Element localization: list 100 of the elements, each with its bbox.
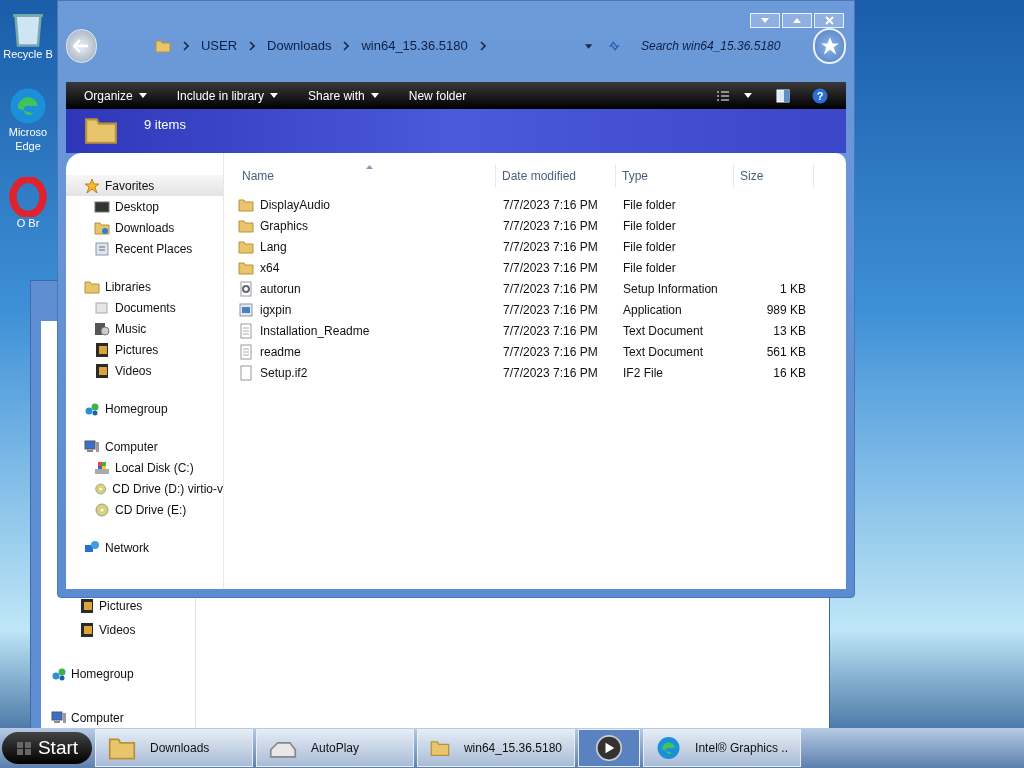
preview-pane-icon[interactable] [776,88,790,103]
cd-drive-icon [94,480,108,497]
file-row[interactable]: readme 7/7/2023 7:16 PM Text Document 561 KB [236,341,846,362]
application-icon [238,301,254,318]
sidebar-item[interactable]: Homegroup [71,665,134,683]
minimize-button[interactable] [750,13,780,28]
date-cell-text: 7/7/2023 7:16 PM [502,217,599,235]
film-icon [79,598,95,614]
close-button[interactable] [814,13,844,28]
back-button[interactable] [66,29,97,63]
taskbar-button[interactable]: win64_15.36.5180 [417,729,575,767]
column-header[interactable]: Date modified [496,165,616,187]
folder-icon [94,219,110,236]
taskbar-label: AutoPlay [311,740,360,757]
file-name: Lang [260,238,287,256]
file-row[interactable]: autorun 7/7/2023 7:16 PM Setup Information 1 KB [236,278,846,299]
sidebar-item[interactable]: Pictures [99,597,143,615]
caret-icon [270,93,279,98]
favorites-button[interactable] [813,28,846,64]
sidebar-item[interactable]: Local Disk (C:) [66,457,223,478]
sidebar-item[interactable]: Pictures [66,339,223,360]
dropdown-caret-icon [585,43,593,49]
desktop-icon-label[interactable]: Recycle B [2,48,54,62]
file-row[interactable]: Graphics 7/7/2023 7:16 PM File folder [236,215,846,236]
taskbar-button[interactable]: Downloads [95,729,253,767]
computer-icon [51,710,67,726]
sidebar-group[interactable]: Network [66,537,223,558]
toolbar-button[interactable]: Share with [308,86,379,105]
toolbar-button[interactable]: Include in library [176,86,279,105]
size-cell-text: 1 KB [779,280,807,298]
file-row[interactable]: igxpin 7/7/2023 7:16 PM Application 989 KB [236,299,846,320]
sort-arrow-icon [365,165,373,169]
type-cell-text: Text Document [622,343,705,361]
sidebar-item[interactable]: Videos [99,621,136,639]
file-row[interactable]: x64 7/7/2023 7:16 PM File folder [236,257,846,278]
folder-icon [238,259,254,276]
file-row[interactable]: Installation_Readme 7/7/2023 7:16 PM Text Document 13 KB [236,320,846,341]
sidebar-item[interactable]: Computer [71,709,124,727]
sidebar-item[interactable]: CD Drive (E:) [66,499,223,520]
type-cell-text: IF2 File [622,364,664,382]
breadcrumb-link[interactable]: Downloads [267,36,332,56]
type-cell-text: Text Document [622,322,705,340]
breadcrumb-link[interactable]: win64_15.36.5180 [361,36,468,56]
cd-drive-icon [94,501,110,518]
chevron-icon [343,41,350,51]
sidebar-item[interactable]: Downloads [66,217,223,238]
sidebar-item[interactable]: Documents [66,297,223,318]
sidebar-group[interactable]: Homegroup [66,398,223,419]
breadcrumb-link[interactable]: USER [200,36,238,56]
column-header[interactable]: Type [616,165,734,187]
monitor-icon [94,198,110,215]
size-cell-text: 16 KB [772,364,807,382]
taskbar-button[interactable]: Intel® Graphics .. [643,729,801,767]
size-cell-text: 13 KB [772,322,807,340]
refresh-icon[interactable] [606,39,621,53]
folder-icon [238,217,254,234]
sidebar-group[interactable]: Favorites [66,175,223,196]
file-name: Setup.if2 [260,364,308,382]
toolbar-button[interactable]: New folder [408,86,467,105]
sidebar-item[interactable]: Desktop [66,196,223,217]
taskbar-button[interactable]: AutoPlay [256,729,414,767]
file-row[interactable]: Lang 7/7/2023 7:16 PM File folder [236,236,846,257]
start-button[interactable]: Start [2,732,92,764]
toolbar-button[interactable]: Organize [84,86,147,105]
desktop-icon-label[interactable]: O Br [2,217,54,231]
star-icon [84,177,100,194]
sidebar-group[interactable]: Computer [66,436,223,457]
taskbar-label: win64_15.36.5180 [463,740,562,757]
date-cell-text: 7/7/2023 7:16 PM [502,238,599,256]
film-icon [94,341,110,358]
type-cell-text: Setup Information [622,280,719,298]
film-icon [79,622,95,638]
column-header[interactable]: Name [236,165,496,187]
homegroup-icon [51,666,67,682]
film-icon [94,362,110,379]
sidebar-item[interactable]: Music [66,318,223,339]
folder-icon [238,196,254,213]
file-name: Graphics [260,217,309,235]
sidebar-item[interactable]: Recent Places [66,238,223,259]
search-field[interactable]: Search win64_15.36.5180 [641,37,813,55]
maximize-button[interactable] [782,13,812,28]
column-header[interactable]: Size [734,165,814,187]
file-icon [238,364,254,381]
type-cell-text: File folder [622,238,677,256]
music-icon [94,320,110,337]
caret-icon [370,93,379,98]
file-name: x64 [260,259,280,277]
file-row[interactable]: DisplayAudio 7/7/2023 7:16 PM File folder [236,194,846,215]
browser-icon [8,177,48,218]
sidebar-item[interactable]: Videos [66,360,223,381]
sidebar-item[interactable]: CD Drive (D:) virtio-v [66,478,223,499]
view-list-icon[interactable] [716,89,730,102]
caret-icon [138,93,147,98]
file-row[interactable]: Setup.if2 7/7/2023 7:16 PM IF2 File 16 KB [236,362,846,383]
sidebar-group[interactable]: Libraries [66,276,223,297]
gear-file-icon [238,280,254,297]
desktop-icon-label[interactable]: Microso Edge [2,125,54,154]
type-cell-text: File folder [622,259,677,277]
help-icon[interactable]: ? [812,87,828,104]
text-file-icon [238,322,254,339]
